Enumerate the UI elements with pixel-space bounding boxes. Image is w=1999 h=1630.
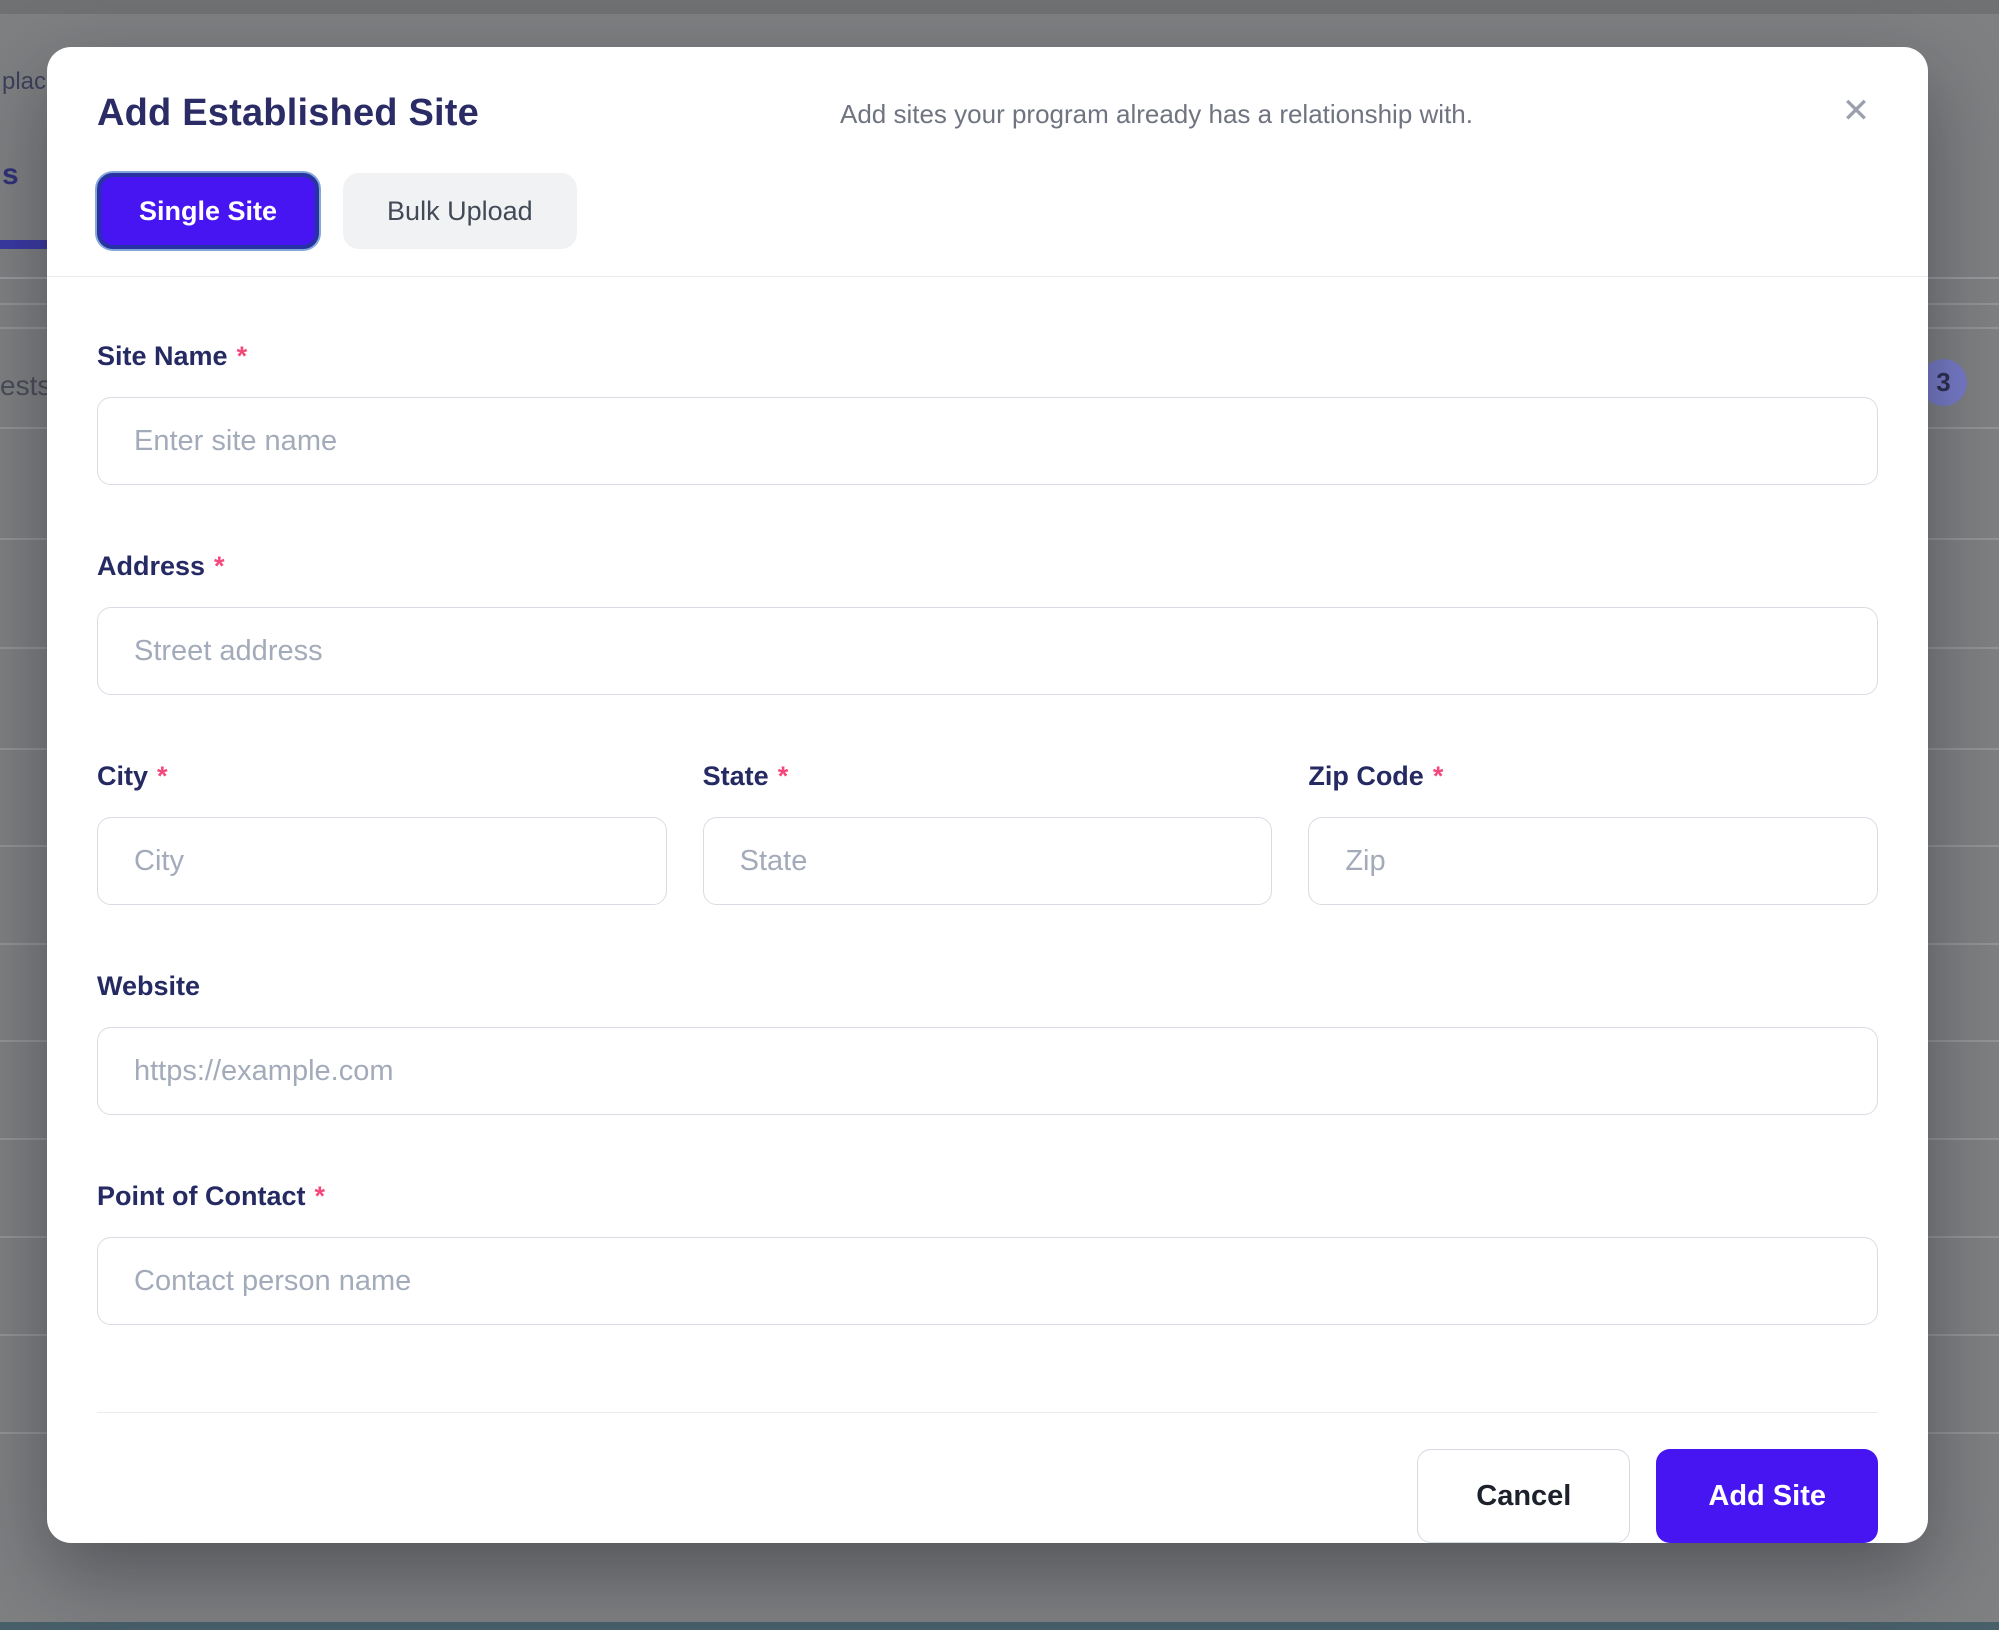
tab-single-site[interactable]: Single Site <box>97 173 319 249</box>
state-field-group: State * <box>703 761 1273 905</box>
state-label-text: State <box>703 761 769 791</box>
city-input[interactable] <box>97 817 667 905</box>
upload-mode-tabs: Single Site Bulk Upload <box>97 173 1878 249</box>
contact-person-input[interactable] <box>97 1237 1878 1325</box>
add-site-button[interactable]: Add Site <box>1656 1449 1878 1543</box>
close-icon[interactable]: ✕ <box>1834 89 1878 133</box>
website-label-text: Website <box>97 971 200 1001</box>
zip-input[interactable] <box>1308 817 1878 905</box>
street-address-input[interactable] <box>97 607 1878 695</box>
address-label-text: Address <box>97 551 205 581</box>
site-name-field-group: Site Name * <box>97 341 1878 485</box>
modal-title: Add Established Site <box>97 89 479 137</box>
city-field-group: City * <box>97 761 667 905</box>
page-bottom-edge <box>0 1622 1999 1630</box>
website-label: Website <box>97 971 1878 1002</box>
required-asterisk: * <box>314 1181 325 1211</box>
required-asterisk: * <box>214 551 225 581</box>
site-name-label-text: Site Name <box>97 341 228 371</box>
zip-code-label-text: Zip Code <box>1308 761 1424 791</box>
background-breadcrumb-text: plac <box>2 68 46 96</box>
required-asterisk: * <box>778 761 789 791</box>
modal-subtitle: Add sites your program already has a rel… <box>479 97 1834 131</box>
cancel-button[interactable]: Cancel <box>1417 1449 1630 1543</box>
page-top-edge <box>0 0 1999 14</box>
background-active-tab-text: s <box>2 158 19 192</box>
required-asterisk: * <box>157 761 168 791</box>
background-row-text: ests <box>0 370 51 402</box>
point-of-contact-label-text: Point of Contact <box>97 1181 305 1211</box>
state-label: State * <box>703 761 1273 792</box>
point-of-contact-field-group: Point of Contact * <box>97 1181 1878 1325</box>
modal-body: Site Name * Address * City * State * <box>47 277 1928 1358</box>
add-established-site-modal: Add Established Site Add sites your prog… <box>47 47 1928 1543</box>
site-name-label: Site Name * <box>97 341 1878 372</box>
zip-field-group: Zip Code * <box>1308 761 1878 905</box>
zip-code-label: Zip Code * <box>1308 761 1878 792</box>
city-label: City * <box>97 761 667 792</box>
city-label-text: City <box>97 761 148 791</box>
modal-footer: Cancel Add Site <box>97 1412 1878 1543</box>
site-name-input[interactable] <box>97 397 1878 485</box>
address-label: Address * <box>97 551 1878 582</box>
modal-header: Add Established Site Add sites your prog… <box>47 47 1928 277</box>
website-input[interactable] <box>97 1027 1878 1115</box>
state-input[interactable] <box>703 817 1273 905</box>
point-of-contact-label: Point of Contact * <box>97 1181 1878 1212</box>
address-field-group: Address * <box>97 551 1878 695</box>
required-asterisk: * <box>1433 761 1444 791</box>
tab-bulk-upload[interactable]: Bulk Upload <box>343 173 577 249</box>
website-field-group: Website <box>97 971 1878 1115</box>
required-asterisk: * <box>237 341 248 371</box>
city-state-zip-row: City * State * Zip Code * <box>97 761 1878 905</box>
